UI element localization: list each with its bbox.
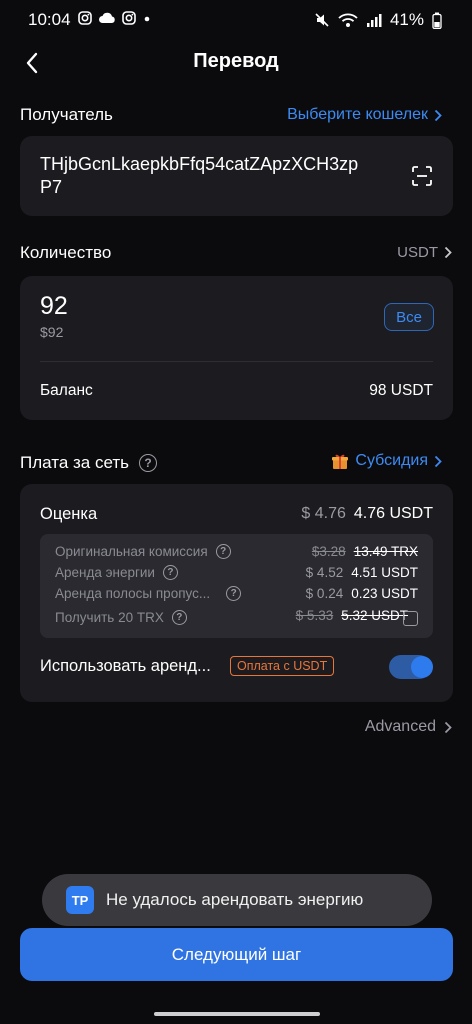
network-fee-header: Плата за сеть ? xyxy=(20,453,157,473)
next-step-button[interactable]: Следующий шаг xyxy=(20,928,453,981)
select-wallet-link[interactable]: Выберите кошелек xyxy=(287,106,442,124)
fee-row-value: $ 0.24 0.23 USDT xyxy=(306,586,418,601)
scan-icon xyxy=(412,166,432,186)
advanced-label: Advanced xyxy=(364,718,436,735)
network-fee-label: Плата за сеть xyxy=(20,453,129,472)
fee-row-label: Аренда энергии ? xyxy=(55,565,178,580)
get-trx-value: 5.32 USDT xyxy=(341,608,408,623)
energy-rent-value: 4.51 USDT xyxy=(351,565,418,580)
original-fee-old: $3.28 xyxy=(311,544,346,559)
balance-value: 98 USDT xyxy=(369,382,433,399)
mute-icon xyxy=(315,13,329,27)
divider xyxy=(40,361,433,362)
estimate-values: $ 4.76 4.76 USDT xyxy=(301,505,433,523)
chevron-right-icon xyxy=(444,246,452,259)
bandwidth-rent-old: $ 0.24 xyxy=(305,586,344,601)
pay-usdt-badge: Оплата с USDT xyxy=(230,656,335,676)
fee-row-value: $ 4.52 4.51 USDT xyxy=(306,565,418,580)
battery-icon xyxy=(432,12,442,29)
toast-message: Не удалось арендовать энергию xyxy=(106,890,364,909)
tp-logo-icon: TP xyxy=(66,886,94,914)
help-icon[interactable]: ? xyxy=(162,565,178,580)
battery-percent: 41% xyxy=(389,10,424,29)
scan-button[interactable] xyxy=(411,165,433,192)
original-fee-label: Оригинальная комиссия xyxy=(55,544,208,559)
help-icon[interactable]: ? xyxy=(139,454,157,472)
fee-row-value: $ 5.33 5.32 USDT xyxy=(296,608,408,623)
get-trx-label: Получить 20 TRX xyxy=(55,610,164,625)
recipient-label: Получатель xyxy=(20,105,113,124)
gift-icon xyxy=(332,454,349,469)
toggle-knob xyxy=(411,656,433,678)
rent-label: Использовать аренд... xyxy=(40,657,211,675)
cloud-icon xyxy=(99,12,115,23)
help-icon[interactable]: ? xyxy=(226,586,242,601)
wifi-icon xyxy=(338,13,358,27)
amount-label: Количество xyxy=(20,243,112,262)
advanced-link[interactable]: Advanced xyxy=(365,718,452,736)
token-selector[interactable]: USDT xyxy=(397,244,452,261)
error-toast: TP Не удалось арендовать энергию xyxy=(42,874,432,926)
amount-fiat: $92 xyxy=(40,324,64,340)
fee-row-label: Получить 20 TRX ? xyxy=(55,610,187,625)
bandwidth-rent-label: Аренда полосы пропус... xyxy=(55,586,211,601)
fee-row-value: $3.28 13.49 TRX xyxy=(312,544,418,559)
estimate-label: Оценка xyxy=(40,505,98,523)
amount-input[interactable]: 92 xyxy=(40,292,68,321)
help-icon[interactable]: ? xyxy=(215,544,231,559)
energy-rent-label: Аренда энергии xyxy=(55,565,155,580)
chevron-right-icon xyxy=(434,455,442,467)
all-button[interactable]: Все xyxy=(384,303,434,331)
estimate-fiat: $ 4.76 xyxy=(301,505,346,522)
status-right: 41% xyxy=(314,10,442,30)
status-bar: 10:04 41% xyxy=(0,0,472,40)
chevron-right-icon xyxy=(444,721,452,733)
get-trx-checkbox[interactable] xyxy=(403,611,418,626)
dot-icon xyxy=(144,16,150,22)
bandwidth-rent-value: 0.23 USDT xyxy=(351,586,418,601)
rent-toggle[interactable] xyxy=(389,655,433,679)
home-indicator[interactable] xyxy=(154,1012,320,1016)
signal-icon xyxy=(366,14,382,27)
balance-label: Баланс xyxy=(40,382,93,399)
notification-icons xyxy=(78,11,152,25)
instagram-icon xyxy=(122,11,136,25)
chevron-right-icon xyxy=(434,109,442,121)
page-title: Перевод xyxy=(193,50,279,72)
original-fee-value: 13.49 TRX xyxy=(353,544,418,559)
fee-row-label: Аренда полосы пропус... ? xyxy=(55,586,242,601)
subsidy-link[interactable]: Субсидия xyxy=(331,452,442,470)
subsidy-label: Субсидия xyxy=(355,452,428,469)
instagram-icon xyxy=(78,11,92,25)
select-wallet-label: Выберите кошелек xyxy=(287,106,428,123)
fee-row-label: Оригинальная комиссия ? xyxy=(55,544,231,559)
token-name: USDT xyxy=(397,244,438,261)
estimate-value: 4.76 USDT xyxy=(353,505,433,522)
get-trx-old: $ 5.33 xyxy=(295,608,334,623)
help-icon[interactable]: ? xyxy=(171,610,187,625)
energy-rent-old: $ 4.52 xyxy=(305,565,344,580)
status-time: 10:04 xyxy=(28,10,71,29)
recipient-address[interactable]: THjbGcnLkaepkbFfq54catZApzXCH3zpP7 xyxy=(40,153,370,199)
